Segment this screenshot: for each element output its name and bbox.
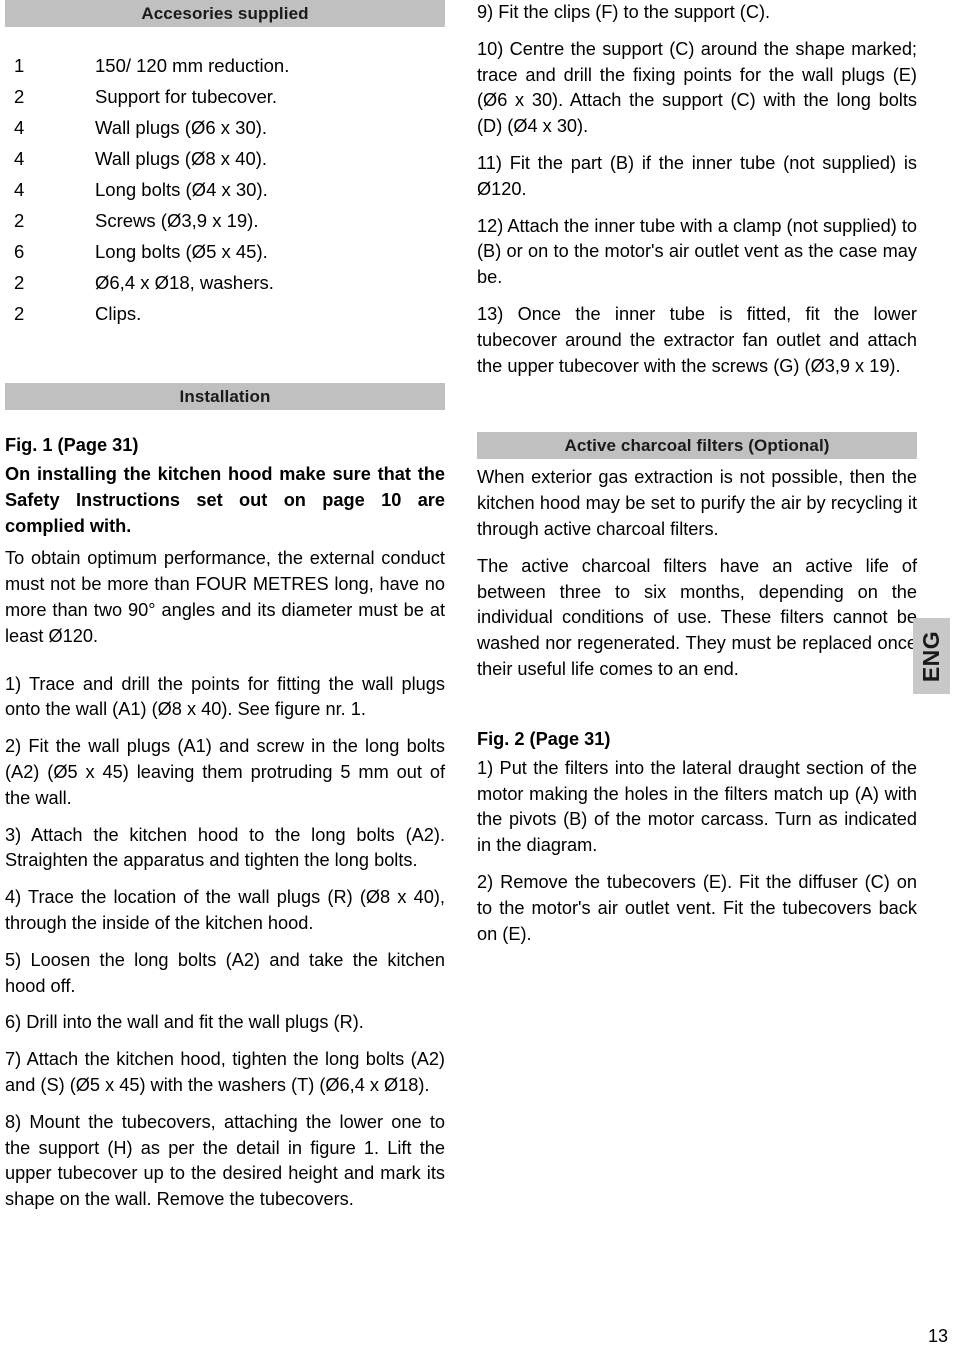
installation-step: 7) Attach the kitchen hood, tighten the … (5, 1049, 445, 1095)
accessory-quantity: 2 (14, 272, 25, 293)
accessory-quantity: 6 (14, 241, 25, 262)
accessory-description: Long bolts (Ø4 x 30). (95, 179, 268, 200)
accessories-row: 1 150/ 120 mm reduction. (5, 50, 445, 81)
document-page: Accesories supplied 1 150/ 120 mm reduct… (0, 0, 960, 1363)
fig1-heading: Fig. 1 (Page 31) (5, 435, 139, 455)
performance-note-paragraph: To obtain optimum performance, the exter… (5, 548, 445, 646)
left-column: Accesories supplied 1 150/ 120 mm reduct… (5, 0, 445, 1213)
filter-step: 2) Remove the tubecovers (E). Fit the di… (477, 871, 917, 944)
accessories-row: 2 Screws (Ø3,9 x 19). (5, 205, 445, 236)
accessory-description: Support for tubecover. (95, 86, 278, 107)
language-tab: ENG (913, 618, 950, 694)
accessories-row: 4 Long bolts (Ø4 x 30). (5, 174, 445, 205)
charcoal-filters-section-heading: Active charcoal filters (Optional) (477, 432, 917, 460)
right-column: 9) Fit the clips (F) to the support (C).… (477, 0, 917, 958)
accessory-description: 150/ 120 mm reduction. (95, 55, 290, 76)
installation-step: 11) Fit the part (B) if the inner tube (… (477, 152, 917, 199)
installation-step: 8) Mount the tubecovers, attaching the l… (5, 1111, 445, 1210)
accessory-quantity: 2 (14, 86, 25, 107)
installation-section-heading: Installation (5, 383, 445, 410)
language-tab-label: ENG (918, 630, 944, 682)
page-number: 13 (927, 1326, 948, 1346)
accessory-description: Long bolts (Ø5 x 45). (95, 241, 268, 262)
accessories-row: 4 Wall plugs (Ø8 x 40). (5, 143, 445, 174)
accessory-quantity: 1 (14, 55, 25, 76)
installation-step: 6) Drill into the wall and fit the wall … (5, 1012, 364, 1033)
accessory-quantity: 4 (14, 117, 25, 138)
accessories-section-heading: Accesories supplied (5, 0, 445, 27)
charcoal-paragraph: The active charcoal filters have an acti… (477, 555, 917, 679)
installation-step: 5) Loosen the long bolts (A2) and take t… (5, 949, 445, 996)
accessory-description: Clips. (95, 303, 142, 324)
accessories-row: 4 Wall plugs (Ø6 x 30). (5, 112, 445, 143)
filter-step: 1) Put the filters into the lateral drau… (477, 757, 917, 856)
accessories-list: 1 150/ 120 mm reduction. 2 Support for t… (5, 50, 445, 329)
installation-step: 2) Fit the wall plugs (A1) and screw in … (5, 736, 445, 808)
accessories-row: 6 Long bolts (Ø5 x 45). (5, 236, 445, 267)
accessories-row: 2 Clips. (5, 298, 445, 329)
accessory-quantity: 4 (14, 148, 25, 169)
safety-note-paragraph: On installing the kitchen hood make sure… (5, 464, 445, 536)
installation-step: 13) Once the inner tube is fitted, fit t… (477, 303, 917, 376)
accessories-row: 2 Ø6,4 x Ø18, washers. (5, 267, 445, 298)
installation-step: 3) Attach the kitchen hood to the long b… (5, 824, 445, 871)
charcoal-paragraph: When exterior gas extraction is not poss… (477, 467, 917, 539)
installation-step: 12) Attach the inner tube with a clamp (… (477, 215, 917, 288)
accessory-quantity: 2 (14, 210, 25, 231)
installation-step: 9) Fit the clips (F) to the support (C). (477, 2, 771, 22)
accessory-description: Ø6,4 x Ø18, washers. (95, 272, 274, 293)
accessory-description: Wall plugs (Ø8 x 40). (95, 148, 268, 169)
accessories-row: 2 Support for tubecover. (5, 81, 445, 112)
accessory-quantity: 2 (14, 303, 25, 324)
fig2-heading: Fig. 2 (Page 31) (477, 728, 611, 749)
installation-step: 4) Trace the location of the wall plugs … (5, 887, 445, 933)
installation-step: 10) Centre the support (C) around the sh… (477, 38, 917, 137)
accessory-quantity: 4 (14, 179, 25, 200)
accessory-description: Wall plugs (Ø6 x 30). (95, 117, 268, 138)
accessory-description: Screws (Ø3,9 x 19). (95, 210, 259, 231)
installation-step: 1) Trace and drill the points for fittin… (5, 673, 445, 720)
